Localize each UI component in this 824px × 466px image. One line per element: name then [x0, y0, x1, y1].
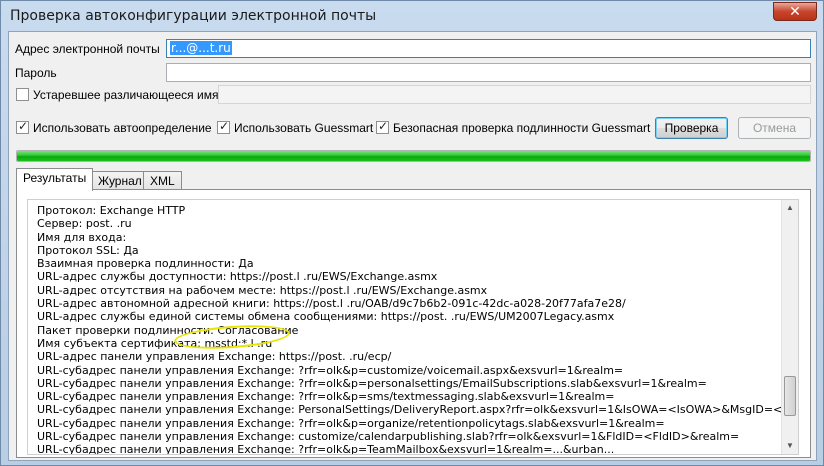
- scroll-down-icon[interactable]: ▼: [782, 438, 798, 454]
- guessmart-label: Использовать Guessmart: [234, 121, 374, 135]
- window-title: Проверка автоконфигурации электронной по…: [10, 8, 377, 24]
- result-line: URL-субадрес панели управления Exchange:…: [37, 363, 624, 377]
- result-line: URL-субадрес панели управления Exchange:…: [37, 403, 785, 417]
- result-line: Сервер: post. .ru: [37, 217, 132, 231]
- result-line: Имя субъекта сертификата: msstd:*.l .ru: [37, 336, 273, 350]
- result-line: Протокол SSL: Да: [37, 243, 139, 257]
- result-line: URL-субадрес панели управления Exchange:…: [37, 443, 615, 454]
- result-line: URL-адрес отсутствия на рабочем месте: h…: [37, 283, 488, 297]
- guessmart-checkbox[interactable]: [217, 119, 230, 134]
- legacy-dn-label: Устаревшее различающееся имя: [33, 88, 219, 102]
- legacy-dn-field[interactable]: [218, 85, 811, 104]
- email-value: r...@...t.ru: [170, 41, 232, 55]
- tab-xml[interactable]: XML: [143, 171, 182, 191]
- progress-bar: [16, 150, 811, 162]
- legacy-dn-checkbox[interactable]: [16, 88, 29, 101]
- results-lines: Протокол: Exchange HTTP Сервер: post. .ru…: [37, 204, 785, 454]
- result-line: Взаимная проверка подлинности: Да: [37, 257, 254, 271]
- result-line: URL-субадрес панели управления Exchange:…: [37, 430, 740, 444]
- vertical-scrollbar[interactable]: ▲ ▼: [781, 200, 798, 454]
- password-field[interactable]: [166, 63, 811, 82]
- email-label: Адрес электронной почты: [15, 42, 160, 56]
- results-textbox[interactable]: Протокол: Exchange HTTP Сервер: post. .ru…: [27, 199, 799, 455]
- tab-results[interactable]: Результаты: [16, 168, 94, 191]
- result-line: URL-адрес панели управления Exchange: ht…: [37, 350, 392, 364]
- dialog-client: Адрес электронной почты r...@...t.ru Пар…: [8, 31, 817, 461]
- test-button[interactable]: Проверка: [655, 117, 728, 139]
- secure-guessmart-label: Безопасная проверка подлинности Guessmar…: [393, 121, 651, 135]
- close-button[interactable]: ✕: [773, 2, 817, 21]
- tab-log[interactable]: Журнал: [91, 171, 149, 191]
- autodiscover-checkbox[interactable]: [16, 119, 29, 134]
- close-icon: ✕: [789, 3, 801, 19]
- result-line: URL-субадрес панели управления Exchange:…: [37, 390, 615, 404]
- result-line: URL-адрес автономной адресной книги: htt…: [37, 297, 626, 311]
- cancel-button[interactable]: Отмена: [738, 117, 811, 139]
- scroll-thumb[interactable]: [784, 376, 796, 416]
- result-line: Пакет проверки подлинности: Согласование: [37, 323, 299, 337]
- results-panel: Протокол: Exchange HTTP Сервер: post. .ru…: [16, 189, 811, 458]
- secure-guessmart-checkbox[interactable]: [376, 119, 389, 134]
- title-bar[interactable]: Проверка автоконфигурации электронной по…: [1, 1, 823, 31]
- result-line: URL-субадрес панели управления Exchange:…: [37, 376, 707, 390]
- result-line: URL-адрес службы доступности: https://po…: [37, 270, 438, 284]
- result-line: Протокол: Exchange HTTP: [37, 204, 186, 217]
- scroll-up-icon[interactable]: ▲: [782, 200, 798, 216]
- progress-fill: [17, 151, 810, 161]
- email-field[interactable]: r...@...t.ru: [166, 39, 811, 58]
- autodiscover-label: Использовать автоопределение: [33, 121, 212, 135]
- dialog-window: Проверка автоконфигурации электронной по…: [0, 0, 824, 466]
- result-line: URL-адрес службы единой системы обмена с…: [37, 310, 615, 324]
- password-label: Пароль: [15, 66, 57, 80]
- result-line: Имя для входа:: [37, 230, 127, 244]
- result-line: URL-субадрес панели управления Exchange:…: [37, 416, 665, 430]
